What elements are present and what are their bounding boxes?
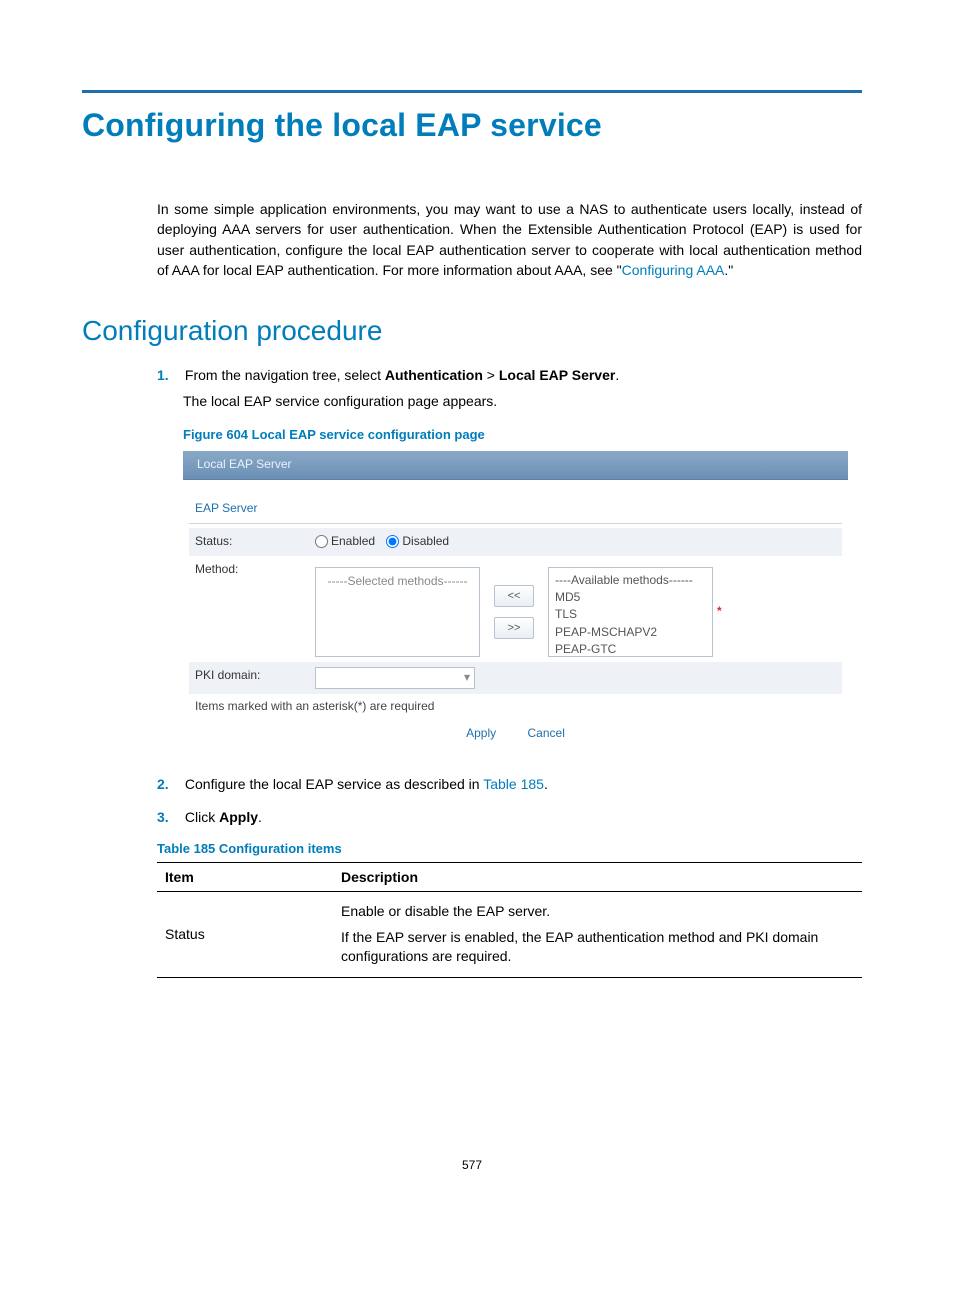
row-pki-domain: PKI domain: ▾ xyxy=(189,662,842,694)
eap-server-label: EAP Server xyxy=(189,500,842,523)
desc-line-2: If the EAP server is enabled, the EAP au… xyxy=(341,928,854,967)
step-3-pre: Click xyxy=(185,809,219,825)
desc-line-1: Enable or disable the EAP server. xyxy=(341,902,854,922)
step-1-post: . xyxy=(615,367,619,383)
step-number: 1. xyxy=(157,365,177,385)
top-rule xyxy=(82,90,862,93)
available-method-3[interactable]: PEAP-GTC xyxy=(555,641,706,656)
action-row: Apply Cancel xyxy=(189,719,842,744)
step-2-post: . xyxy=(544,776,548,792)
intro-after: ." xyxy=(724,262,733,278)
cell-description: Enable or disable the EAP server. If the… xyxy=(333,891,862,977)
label-method: Method: xyxy=(195,561,315,578)
available-methods-listbox[interactable]: ----Available methods------ MD5 TLS PEAP… xyxy=(548,567,713,657)
figure-caption: Figure 604 Local EAP service configurati… xyxy=(183,426,862,445)
pki-domain-select[interactable]: ▾ xyxy=(315,667,475,689)
row-method: Method: -----Selected methods------ << >… xyxy=(189,556,842,662)
row-status: Status: Enabled Disabled xyxy=(189,528,842,556)
move-right-button[interactable]: >> xyxy=(494,617,534,639)
available-method-1[interactable]: TLS xyxy=(555,606,706,623)
step-1-rest: The local EAP service configuration page… xyxy=(183,391,862,411)
divider xyxy=(189,523,842,524)
cell-item: Status xyxy=(157,891,333,977)
th-item: Item xyxy=(157,862,333,891)
screenshot-tabbar: Local EAP Server xyxy=(183,451,848,480)
radio-enabled-label: Enabled xyxy=(331,534,375,548)
cancel-button[interactable]: Cancel xyxy=(528,726,565,740)
radio-disabled[interactable] xyxy=(386,535,399,548)
step-3: 3. Click Apply. xyxy=(157,807,862,827)
step-1-b2: Local EAP Server xyxy=(499,367,615,383)
tab-local-eap-server[interactable]: Local EAP Server xyxy=(197,456,292,473)
step-3-b1: Apply xyxy=(219,809,258,825)
step-1-pre: From the navigation tree, select xyxy=(185,367,385,383)
step-2: 2. Configure the local EAP service as de… xyxy=(157,774,862,794)
table-row: Status Enable or disable the EAP server.… xyxy=(157,891,862,977)
chevron-down-icon: ▾ xyxy=(464,669,470,686)
step-1-b1: Authentication xyxy=(385,367,483,383)
step-3-post: . xyxy=(258,809,262,825)
available-method-0[interactable]: MD5 xyxy=(555,589,706,606)
th-description: Description xyxy=(333,862,862,891)
intro-text: In some simple application environments,… xyxy=(157,201,862,278)
step-2-pre: Configure the local EAP service as descr… xyxy=(185,776,483,792)
required-note: Items marked with an asterisk(*) are req… xyxy=(189,694,842,719)
label-pki-domain: PKI domain: xyxy=(195,667,315,684)
required-star-method: * xyxy=(717,603,737,620)
step-number: 3. xyxy=(157,807,177,827)
table-185-link[interactable]: Table 185 xyxy=(483,776,544,792)
step-1: 1. From the navigation tree, select Auth… xyxy=(157,365,862,750)
table-caption: Table 185 Configuration items xyxy=(157,841,862,856)
page-title: Configuring the local EAP service xyxy=(82,107,862,144)
status-radios: Enabled Disabled xyxy=(315,533,836,551)
radio-enabled[interactable] xyxy=(315,535,328,548)
selected-methods-listbox[interactable]: -----Selected methods------ xyxy=(315,567,480,657)
screenshot-panel: Local EAP Server EAP Server Status: Enab… xyxy=(183,451,848,751)
step-1-sep: > xyxy=(483,367,499,383)
radio-disabled-label: Disabled xyxy=(402,534,449,548)
intro-link[interactable]: Configuring AAA xyxy=(622,262,725,278)
step-number: 2. xyxy=(157,774,177,794)
apply-button[interactable]: Apply xyxy=(466,726,496,740)
move-left-button[interactable]: << xyxy=(494,585,534,607)
config-items-table: Item Description Status Enable or disabl… xyxy=(157,862,862,978)
available-method-2[interactable]: PEAP-MSCHAPV2 xyxy=(555,624,706,641)
label-status: Status: xyxy=(195,533,315,550)
selected-methods-header: -----Selected methods------ xyxy=(327,574,467,588)
intro-paragraph: In some simple application environments,… xyxy=(157,199,862,280)
available-methods-header: ----Available methods------ xyxy=(555,572,706,589)
section-heading: Configuration procedure xyxy=(82,315,862,347)
page-number: 577 xyxy=(82,1158,862,1172)
